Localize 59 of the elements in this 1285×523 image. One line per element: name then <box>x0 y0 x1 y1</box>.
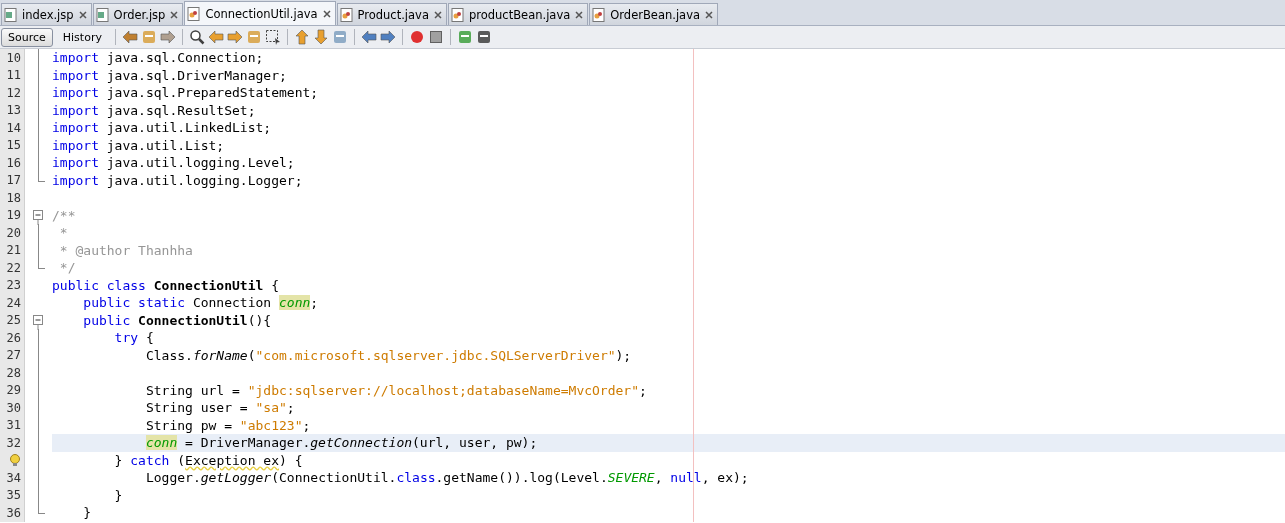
code-line: String url = "jdbc:sqlserver://localhost;databaseName=MvcOrder"; <box>144 382 647 398</box>
line-number: 11 <box>6 68 21 83</box>
code-line: */ <box>58 260 76 276</box>
line-number: 15 <box>6 138 21 153</box>
code-line: import java.sql.ResultSet; <box>52 102 256 118</box>
editor-tab[interactable]: productBean.java <box>447 3 589 25</box>
line-number: 36 <box>6 505 21 520</box>
line-number: 32 <box>6 435 21 450</box>
line-number: 26 <box>6 330 21 345</box>
line-number: 29 <box>6 383 21 398</box>
editor-tab[interactable]: OrderBean.java <box>589 3 718 25</box>
code-line: public static Connection conn; <box>82 295 319 311</box>
line-number: 31 <box>6 418 21 433</box>
code-line: try { <box>113 330 154 346</box>
line-number: 21 <box>6 243 21 258</box>
code-line: public class ConnectionUtil { <box>52 277 279 293</box>
code-line: import java.sql.DriverManager; <box>52 67 287 83</box>
view-toggle[interactable]: Source <box>1 27 53 47</box>
code-line: import java.util.logging.Level; <box>52 155 295 171</box>
line-number: 10 <box>6 50 21 65</box>
code-line: String user = "sa"; <box>144 400 295 416</box>
code-line: } catch (Exception ex) { <box>113 452 303 468</box>
code-line: import java.util.List; <box>52 137 225 153</box>
code-line: String pw = "abc123"; <box>144 417 311 433</box>
code-line: public ConnectionUtil(){ <box>82 312 272 328</box>
line-number: 19 <box>6 208 21 223</box>
code-line: import java.sql.Connection; <box>52 50 264 66</box>
editor-tab[interactable]: ConnectionUtil.java <box>184 1 336 25</box>
code-line: Logger.getLogger(ConnectionUtil.class.getName()).log(Level.SEVERE, null, ex); <box>144 470 749 486</box>
line-number: 12 <box>6 85 21 100</box>
code-line: import java.util.LinkedList; <box>52 120 272 136</box>
line-number: 35 <box>6 488 21 503</box>
line-number: 28 <box>6 365 21 380</box>
line-number: 30 <box>6 400 21 415</box>
view-toggle[interactable]: History <box>55 27 109 47</box>
line-number: 17 <box>6 173 21 188</box>
line-number: 14 <box>6 120 21 135</box>
line-number: 27 <box>6 348 21 363</box>
code-line: * @author Thanhha <box>58 242 193 258</box>
line-number: 16 <box>6 155 21 170</box>
line-number: 34 <box>6 470 21 485</box>
code-line: } <box>82 505 92 521</box>
code-line: /** <box>52 207 76 223</box>
code-line: Class.forName("com.microsoft.sqlserver.jdbc.SQLServerDriver"); <box>144 347 632 363</box>
code-line: import java.util.logging.Logger; <box>52 172 303 188</box>
editor-tab[interactable]: index.jsp <box>1 3 92 25</box>
line-number: 18 <box>6 190 21 205</box>
line-number: 23 <box>6 278 21 293</box>
line-number: 24 <box>6 295 21 310</box>
line-number: 25 <box>6 313 21 328</box>
line-number: 20 <box>6 225 21 240</box>
code-line: conn = DriverManager.getConnection(url, user, pw); <box>144 435 538 451</box>
code-line: } <box>113 487 123 503</box>
line-number: 22 <box>6 260 21 275</box>
editor-tab[interactable]: Product.java <box>336 3 447 25</box>
line-number: 13 <box>6 103 21 118</box>
code-line: * <box>58 225 68 241</box>
code-line: import java.sql.PreparedStatement; <box>52 85 319 101</box>
editor-tab[interactable]: Order.jsp <box>92 3 184 25</box>
